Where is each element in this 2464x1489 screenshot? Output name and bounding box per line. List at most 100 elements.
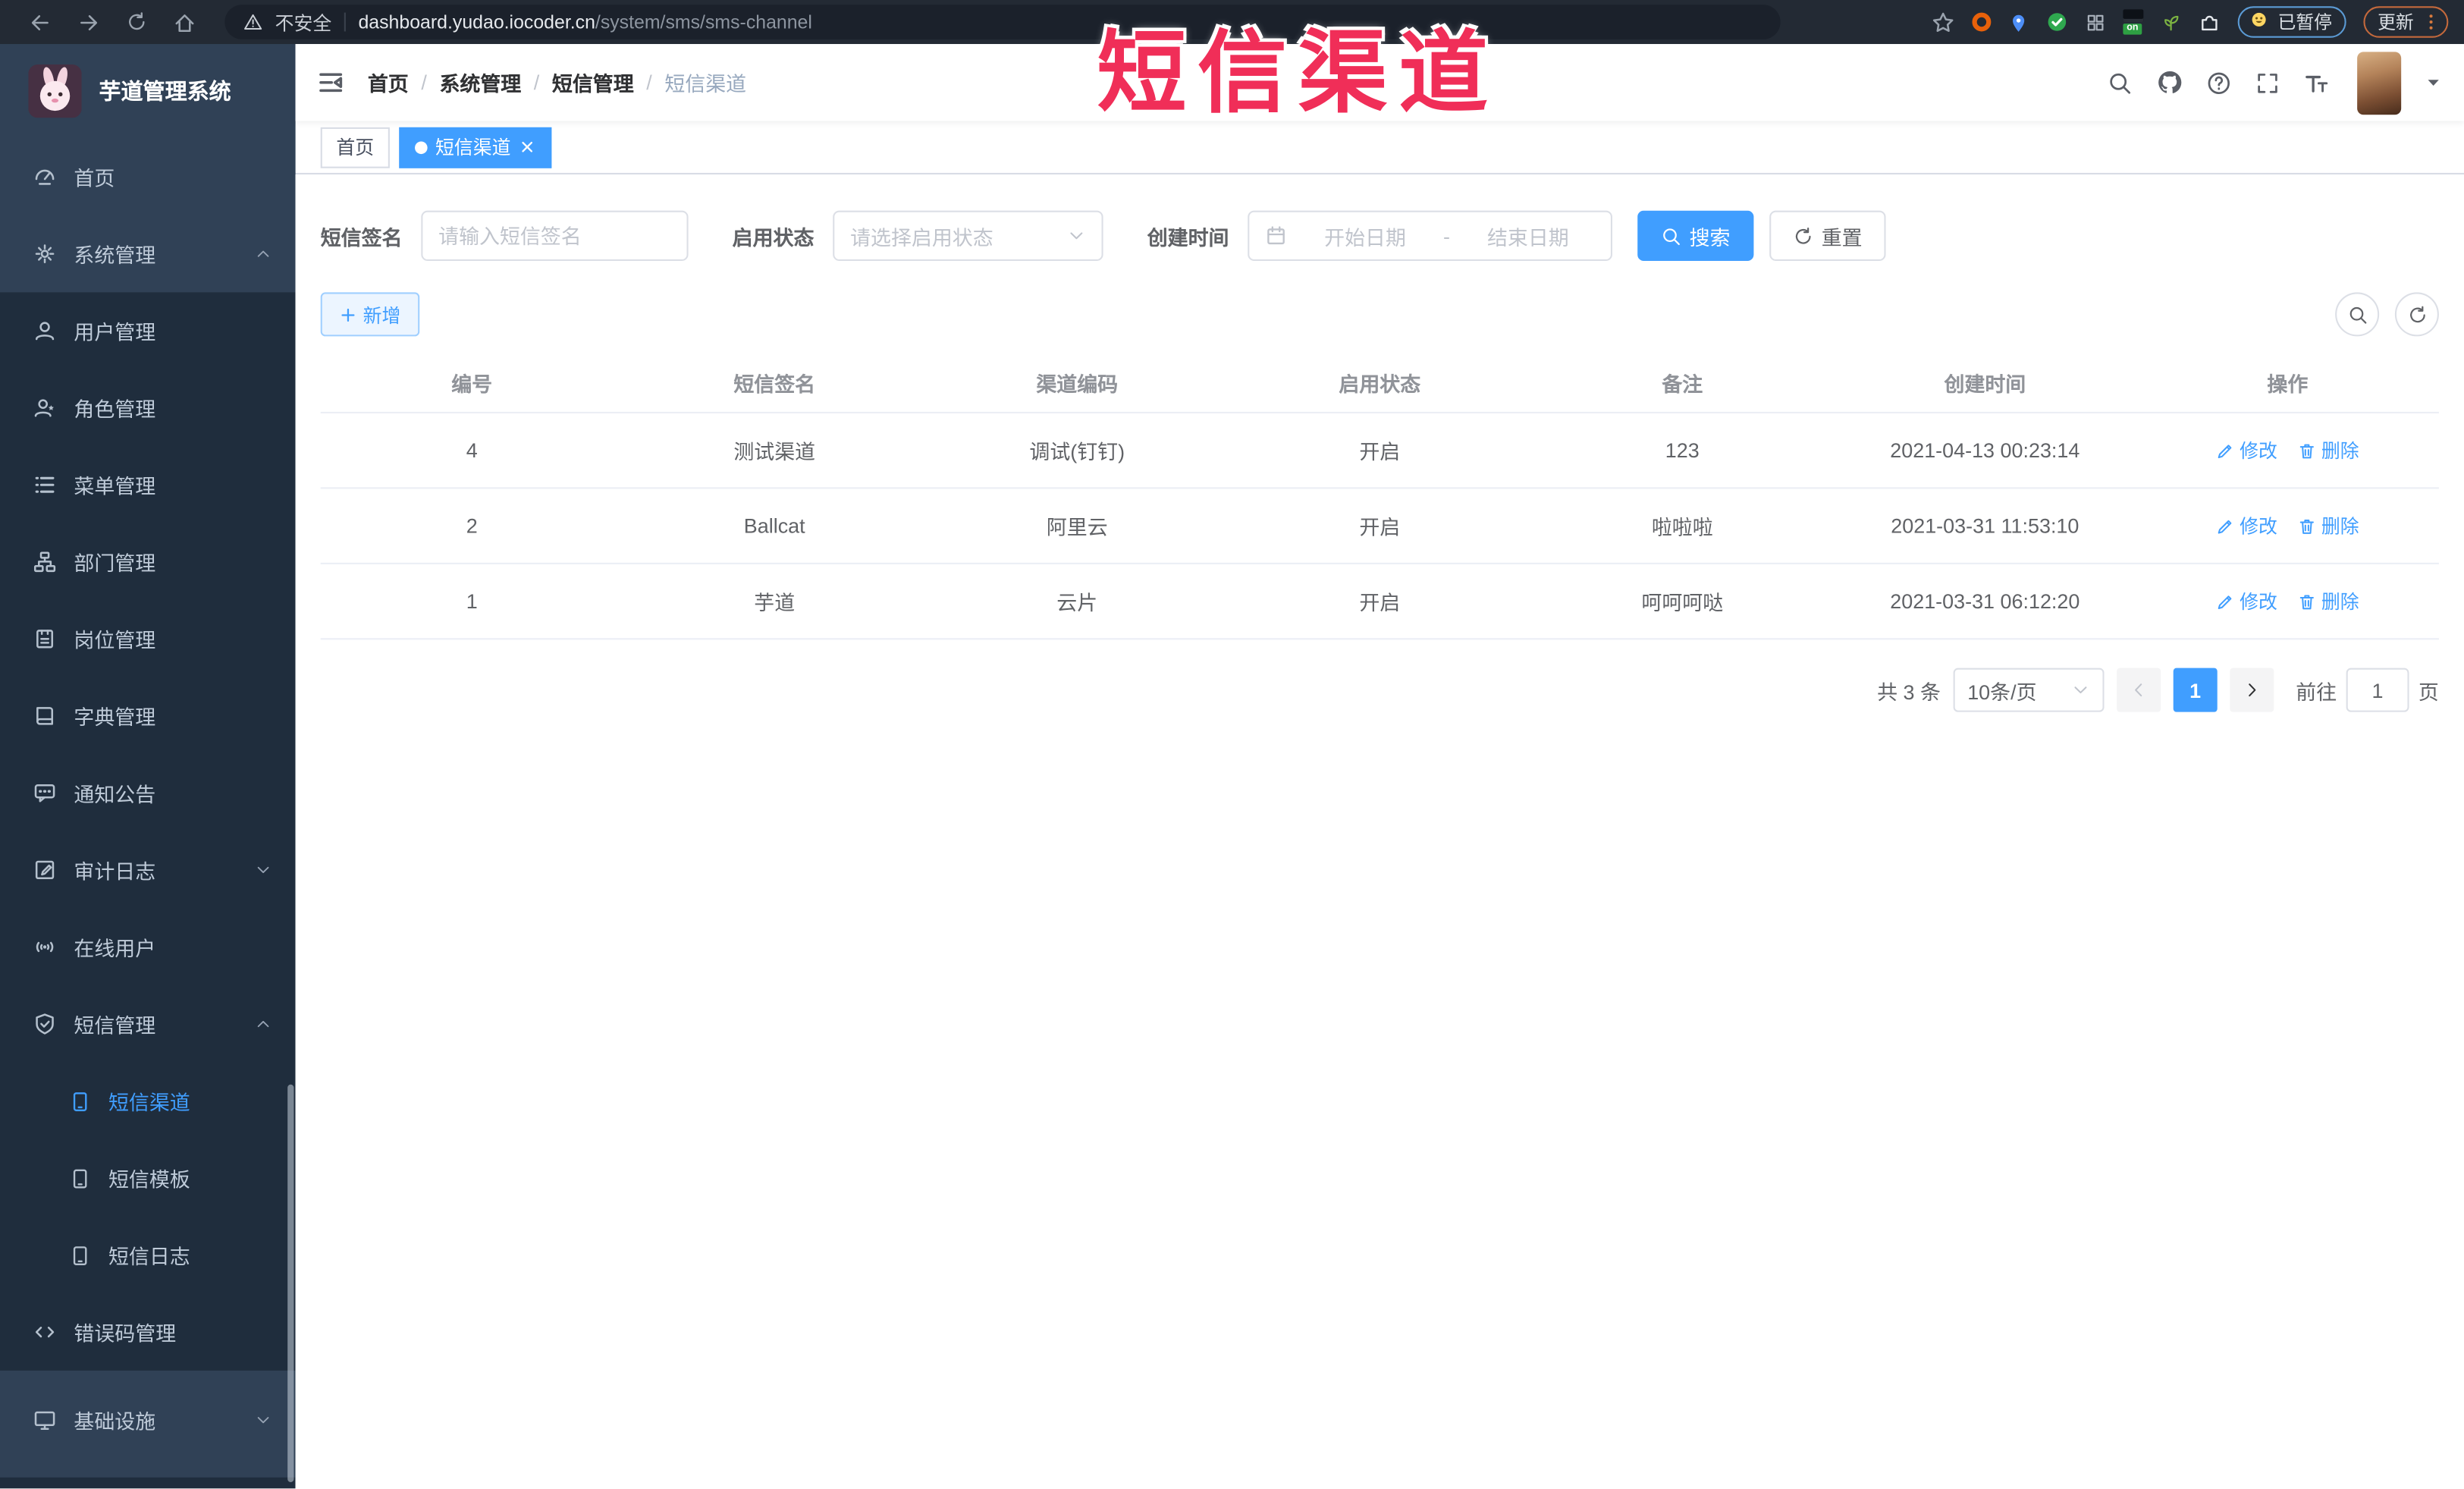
tab-close-icon[interactable]: [519, 138, 536, 155]
sidebar-scrollbar[interactable]: [287, 1084, 294, 1482]
toggle-search-button[interactable]: [2335, 292, 2380, 337]
sidebar-item-menus[interactable]: 菜单管理: [0, 446, 296, 523]
header-search-icon[interactable]: [2108, 70, 2133, 95]
delete-link[interactable]: 删除: [2298, 588, 2359, 614]
sidebar-item-departments[interactable]: 部门管理: [0, 523, 296, 601]
cell-remark: 123: [1665, 438, 1700, 463]
bookmark-star-icon[interactable]: [1931, 10, 1954, 33]
sidebar-top-section: 芋道管理系统 首页 系统管理: [0, 44, 296, 293]
table-row[interactable]: 4 测试渠道 调试(钉钉) 开启 123 2021-04-13 00:23:14…: [320, 413, 2439, 489]
breadcrumb-item[interactable]: 短信管理: [552, 68, 634, 97]
reset-button[interactable]: 重置: [1769, 210, 1886, 261]
goto-page-input[interactable]: [2346, 668, 2409, 712]
address-bar[interactable]: 不安全 dashboard.yudao.iocoder.cn/system/sm…: [224, 5, 1781, 39]
delete-link[interactable]: 删除: [2298, 437, 2359, 463]
sidebar-item-users[interactable]: 用户管理: [0, 292, 296, 369]
browser-back-icon[interactable]: [28, 10, 52, 33]
pagination-total: 共 3 条: [1877, 680, 1941, 704]
table-row[interactable]: 2 Ballcat 阿里云 开启 啦啦啦 2021-03-31 11:53:10…: [320, 488, 2439, 564]
prev-page-button[interactable]: [2117, 668, 2161, 712]
sidebar-item-sms-mgmt[interactable]: 短信管理: [0, 985, 296, 1063]
sidebar-item-posts[interactable]: 岗位管理: [0, 601, 296, 678]
next-page-button[interactable]: [2230, 668, 2274, 712]
github-icon[interactable]: [2156, 69, 2183, 96]
tab-home[interactable]: 首页: [320, 126, 390, 168]
breadcrumb-item[interactable]: 首页: [368, 68, 409, 97]
sign-filter-input[interactable]: [421, 210, 689, 261]
font-size-icon[interactable]: [2304, 70, 2329, 95]
sidebar-item-online-users[interactable]: 在线用户: [0, 909, 296, 986]
sidebar-item-label: 短信模板: [108, 1167, 190, 1192]
breadcrumb-separator: /: [421, 71, 427, 95]
extension-grid-icon[interactable]: [2085, 12, 2105, 33]
sidebar-item-home[interactable]: 首页: [0, 138, 296, 215]
pagination-jumper: 前往 页: [2296, 668, 2439, 712]
sidebar-item-notices[interactable]: 通知公告: [0, 755, 296, 832]
date-filter-label: 创建时间: [1147, 225, 1229, 250]
sidebar-item-sms-channel[interactable]: 短信渠道: [0, 1063, 296, 1140]
sidebar-item-infrastructure[interactable]: 基础设施: [0, 1381, 296, 1459]
security-warning-label[interactable]: 不安全: [275, 8, 332, 35]
sidebar-item-dictionary[interactable]: 字典管理: [0, 677, 296, 755]
sidebar-item-audit-logs[interactable]: 审计日志: [0, 831, 296, 909]
tab-sms-channel[interactable]: 短信渠道: [399, 126, 552, 168]
browser-home-icon[interactable]: [173, 10, 196, 33]
app-frame: 芋道管理系统 首页 系统管理 用户管理 角色管理 菜单管理 部门管理 岗位管理 …: [0, 44, 2464, 1489]
date-end-placeholder[interactable]: 结束日期: [1461, 221, 1595, 250]
cell-created: 2021-03-31 06:12:20: [1890, 589, 2080, 614]
column-header: 启用状态: [1339, 372, 1421, 397]
url-text[interactable]: dashboard.yudao.iocoder.cn/system/sms/sm…: [358, 11, 811, 33]
cell-status: 开启: [1359, 515, 1401, 539]
table-row[interactable]: 1 芋道 云片 开启 呵呵呵哒 2021-03-31 06:12:20 修改 删…: [320, 564, 2439, 640]
pagination: 共 3 条 10条/页 1 前往 页: [321, 668, 2439, 712]
code-icon: [33, 1321, 57, 1344]
sidebar-item-error-codes[interactable]: 错误码管理: [0, 1293, 296, 1371]
sidebar-item-label: 通知公告: [74, 782, 156, 806]
delete-link[interactable]: 删除: [2298, 513, 2359, 539]
extension-pin-icon[interactable]: [2007, 12, 2028, 33]
browser-menu-icon[interactable]: [2422, 13, 2440, 32]
extension-leaf-icon[interactable]: [2160, 12, 2180, 33]
extension-on-icon[interactable]: on: [2122, 9, 2143, 35]
edit-pencil-icon: [2216, 517, 2235, 536]
security-warning-icon[interactable]: [243, 13, 262, 32]
sidebar-collapse-icon[interactable]: [318, 69, 344, 96]
trash-icon: [2298, 517, 2317, 536]
extension-check-icon[interactable]: [2045, 11, 2067, 33]
breadcrumb-item[interactable]: 系统管理: [439, 68, 521, 97]
status-filter-select[interactable]: 请选择启用状态: [833, 210, 1103, 261]
url-path: /system/sms/sms-channel: [595, 11, 812, 33]
edit-link[interactable]: 修改: [2216, 513, 2277, 539]
profile-paused-badge[interactable]: 已暂停: [2236, 6, 2346, 38]
date-range-picker[interactable]: 开始日期 - 结束日期: [1248, 210, 1613, 261]
page-size-select[interactable]: 10条/页: [1953, 668, 2105, 712]
search-button[interactable]: 搜索: [1637, 210, 1754, 261]
avatar-caret-down-icon[interactable]: [2425, 74, 2442, 91]
extensions-puzzle-icon[interactable]: [2198, 11, 2220, 33]
sidebar-item-label: 错误码管理: [74, 1321, 177, 1346]
sidebar-item-sms-template[interactable]: 短信模板: [0, 1139, 296, 1217]
reset-button-label: 重置: [1821, 225, 1863, 250]
extension-ring-icon[interactable]: [1971, 12, 1991, 32]
cell-operations: 修改 删除: [2136, 588, 2439, 614]
sidebar-item-roles[interactable]: 角色管理: [0, 369, 296, 447]
fullscreen-icon[interactable]: [2255, 70, 2280, 95]
refresh-table-button[interactable]: [2394, 292, 2439, 337]
edit-link-label: 修改: [2240, 515, 2277, 538]
edit-link[interactable]: 修改: [2216, 588, 2277, 614]
date-start-placeholder[interactable]: 开始日期: [1298, 221, 1433, 250]
gear-icon: [33, 242, 57, 265]
sidebar-item-sms-log[interactable]: 短信日志: [0, 1217, 296, 1294]
user-avatar[interactable]: [2357, 51, 2402, 115]
browser-forward-icon[interactable]: [77, 10, 101, 33]
app-logo-row[interactable]: 芋道管理系统: [0, 44, 296, 138]
sidebar-item-system-mgmt[interactable]: 系统管理: [0, 215, 296, 293]
page-number-current[interactable]: 1: [2173, 668, 2218, 712]
edit-link[interactable]: 修改: [2216, 437, 2277, 463]
browser-reload-icon[interactable]: [126, 11, 148, 33]
page-content: 短信签名 启用状态 请选择启用状态 创建时间 开始日期 - 结束日期: [295, 174, 2464, 1489]
browser-update-button[interactable]: 更新: [2363, 6, 2449, 38]
add-button[interactable]: 新增: [320, 292, 420, 337]
help-icon[interactable]: [2206, 70, 2231, 95]
org-chart-icon: [33, 550, 57, 573]
